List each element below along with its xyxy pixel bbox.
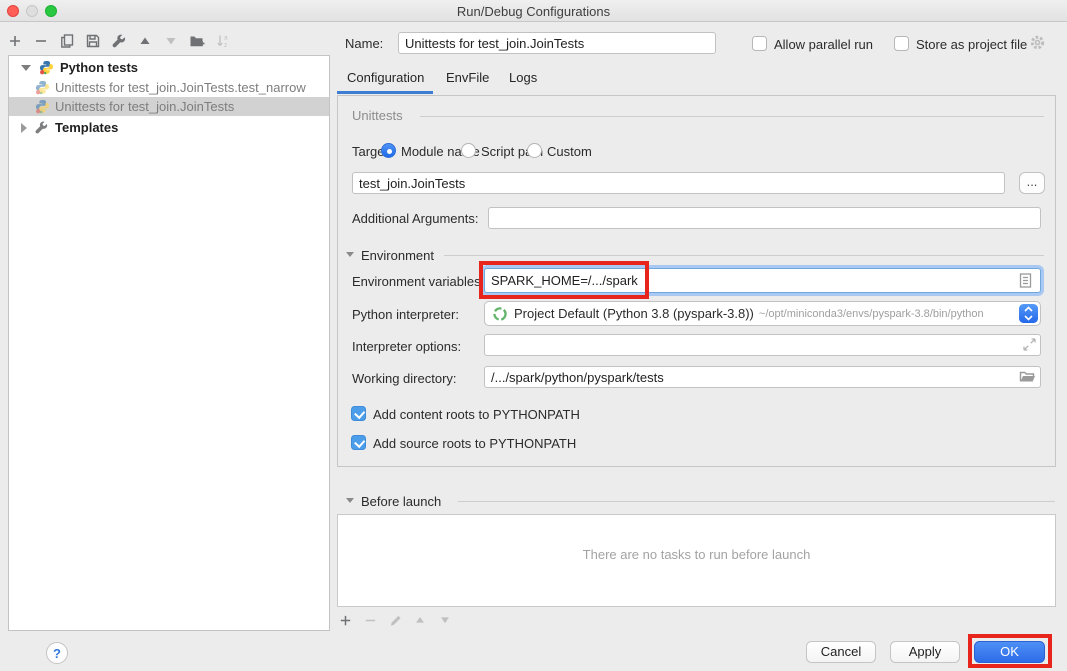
arrow-up-icon[interactable] [136,32,154,50]
plus-icon[interactable] [6,32,24,50]
minus-icon [361,611,379,629]
target-input[interactable] [352,172,1005,194]
title-bar: Run/Debug Configurations [0,0,1067,22]
additional-arguments-input[interactable] [488,207,1041,229]
arrow-up-icon [411,611,429,629]
before-launch-header[interactable]: Before launch [361,494,441,509]
tree-item-unittests-jointests[interactable]: Unittests for test_join.JoinTests [9,97,329,116]
target-module-name-radio[interactable] [381,143,396,158]
group-divider [420,116,1044,117]
chevron-down-icon[interactable] [21,65,31,71]
gear-icon[interactable] [1029,34,1046,51]
target-custom-radio[interactable] [527,143,542,158]
store-as-project-file-label[interactable]: Store as project file [916,37,1027,52]
select-stepper-icon[interactable] [1019,304,1038,323]
additional-arguments-label: Additional Arguments: [352,211,478,226]
browse-env-vars-icon[interactable] [1018,272,1033,289]
before-launch-divider [458,501,1055,502]
configurations-toolbar: az [6,30,232,52]
store-as-project-file-checkbox[interactable] [894,36,909,51]
allow-parallel-run-label[interactable]: Allow parallel run [774,37,873,52]
add-source-roots-checkbox[interactable] [351,435,366,450]
interpreter-options-input[interactable] [484,334,1041,356]
copy-icon[interactable] [58,32,76,50]
arrow-down-icon [162,32,180,50]
name-label: Name: [345,36,383,51]
python-interpreter-label: Python interpreter: [352,307,459,322]
tab-envfile[interactable]: EnvFile [446,70,489,85]
working-directory-input[interactable] [484,366,1041,388]
before-launch-toolbar [336,611,454,629]
add-source-roots-label[interactable]: Add source roots to PYTHONPATH [373,436,576,451]
interpreter-options-label: Interpreter options: [352,339,461,354]
working-directory-label: Working directory: [352,371,457,386]
python-interpreter-value: Project Default (Python 3.8 (pyspark-3.8… [514,306,754,321]
question-mark-icon: ? [53,646,61,661]
cancel-button[interactable]: Cancel [806,641,876,663]
python-tests-icon [35,80,50,95]
browse-button[interactable]: ... [1019,172,1045,194]
tab-logs[interactable]: Logs [509,70,537,85]
tree-item-label: Unittests for test_join.JoinTests.test_n… [55,80,306,95]
add-content-roots-label[interactable]: Add content roots to PYTHONPATH [373,407,580,422]
tab-configuration[interactable]: Configuration [347,70,424,85]
pencil-icon [386,611,404,629]
tree-item-label: Python tests [60,60,138,75]
python-interpreter-select[interactable]: Project Default (Python 3.8 (pyspark-3.8… [484,301,1041,326]
add-content-roots-checkbox[interactable] [351,406,366,421]
environment-divider [444,255,1044,256]
svg-text:z: z [224,42,227,49]
python-tests-icon [35,99,50,114]
sort-az-icon: az [214,32,232,50]
target-script-path-radio[interactable] [461,143,476,158]
help-button[interactable]: ? [46,642,68,664]
tree-item-label: Unittests for test_join.JoinTests [55,99,234,114]
expand-field-icon[interactable] [1022,337,1037,352]
environment-variables-field[interactable] [484,268,1041,293]
chevron-right-icon[interactable] [21,123,27,133]
before-launch-collapse-icon[interactable] [346,498,354,503]
environment-header[interactable]: Environment [361,248,434,263]
folder-icon[interactable] [1019,369,1036,384]
allow-parallel-run-checkbox[interactable] [752,36,767,51]
tree-item-python-tests[interactable]: Python tests [9,58,329,77]
save-icon[interactable] [84,32,102,50]
window-title: Run/Debug Configurations [0,4,1067,19]
before-launch-tasks-list: There are no tasks to run before launch [337,514,1056,607]
environment-collapse-icon[interactable] [346,252,354,257]
active-tab-indicator [337,91,433,94]
ok-button[interactable]: OK [974,641,1045,663]
wrench-icon [34,120,49,135]
unittests-group-label: Unittests [352,108,403,123]
svg-text:a: a [224,35,228,42]
environment-variables-label: Environment variables: [352,274,484,289]
configurations-tree: Python tests Unittests for test_join.Joi… [8,55,330,631]
target-custom-label[interactable]: Custom [547,144,592,159]
wrench-icon[interactable] [110,32,128,50]
apply-button[interactable]: Apply [890,641,960,663]
plus-icon[interactable] [336,611,354,629]
before-launch-empty-message: There are no tasks to run before launch [338,547,1055,562]
arrow-down-icon [436,611,454,629]
python-tests-icon [39,60,54,75]
conda-env-icon [492,306,508,322]
tree-item-templates[interactable]: Templates [9,118,329,137]
tree-item-unittests-test-narrow[interactable]: Unittests for test_join.JoinTests.test_n… [9,78,329,97]
folder-add-icon[interactable] [188,32,206,50]
name-input[interactable] [398,32,716,54]
tree-item-label: Templates [55,120,118,135]
minus-icon[interactable] [32,32,50,50]
python-interpreter-path: ~/opt/miniconda3/envs/pyspark-3.8/bin/py… [759,308,984,320]
